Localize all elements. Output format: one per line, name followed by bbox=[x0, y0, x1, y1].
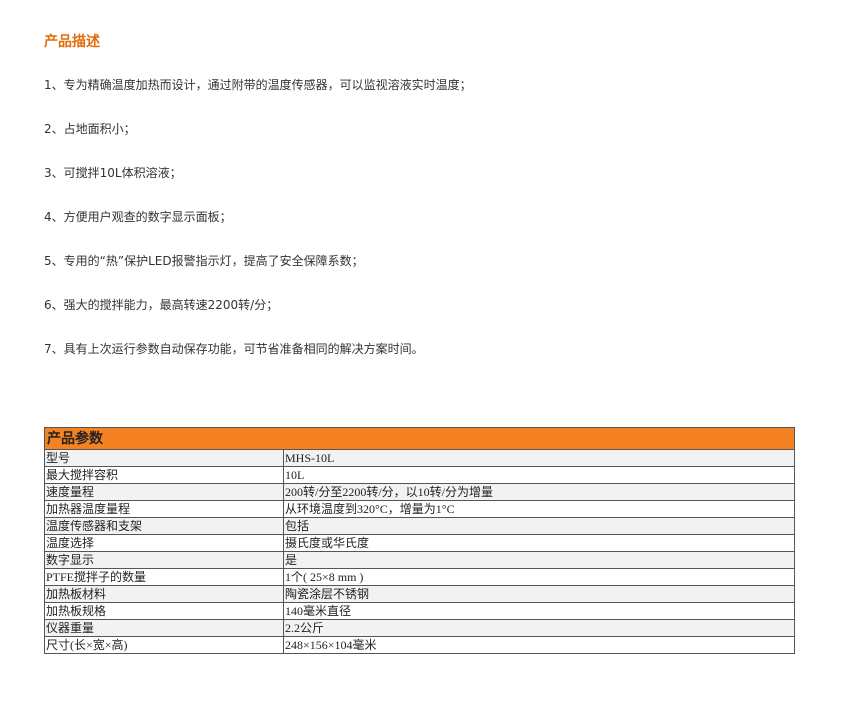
table-row: 仪器重量 2.2公斤 bbox=[44, 619, 795, 637]
product-description-title: 产品描述 bbox=[44, 34, 100, 50]
table-row: 速度量程 200转/分至2200转/分，以10转/分为增量 bbox=[44, 483, 795, 501]
table-row: 最大搅拌容积 10L bbox=[44, 466, 795, 484]
description-list: 1、专为精确温度加热而设计，通过附带的温度传感器，可以监视溶液实时温度； 2、占… bbox=[44, 76, 472, 384]
param-value: 10L bbox=[283, 466, 795, 484]
table-row: 型号 MHS-10L bbox=[44, 449, 795, 467]
param-value: 2.2公斤 bbox=[283, 619, 795, 637]
description-item: 1、专为精确温度加热而设计，通过附带的温度传感器，可以监视溶液实时温度； bbox=[44, 78, 472, 92]
param-name: 温度选择 bbox=[44, 534, 284, 552]
product-parameters-title: 产品参数 bbox=[44, 427, 795, 450]
param-name: 加热板材料 bbox=[44, 585, 284, 603]
param-name: 尺寸(长×宽×高) bbox=[44, 636, 284, 654]
param-name: 加热板规格 bbox=[44, 602, 284, 620]
table-row: 尺寸(长×宽×高) 248×156×104毫米 bbox=[44, 636, 795, 654]
table-row: 数字显示 是 bbox=[44, 551, 795, 569]
param-name: 最大搅拌容积 bbox=[44, 466, 284, 484]
param-value: 1个( 25×8 mm ) bbox=[283, 568, 795, 586]
param-name: 温度传感器和支架 bbox=[44, 517, 284, 535]
param-value: 200转/分至2200转/分，以10转/分为增量 bbox=[283, 483, 795, 501]
param-value: 陶瓷涂层不锈钢 bbox=[283, 585, 795, 603]
description-item: 4、方便用户观查的数字显示面板； bbox=[44, 210, 232, 224]
param-name: 速度量程 bbox=[44, 483, 284, 501]
param-name: 仪器重量 bbox=[44, 619, 284, 637]
param-value: 摄氏度或华氏度 bbox=[283, 534, 795, 552]
description-item: 7、具有上次运行参数自动保存功能，可节省准备相同的解决方案时间。 bbox=[44, 342, 424, 356]
param-value: MHS-10L bbox=[283, 449, 795, 467]
description-item: 2、占地面积小； bbox=[44, 122, 136, 136]
description-item: 3、可搅拌10L体积溶液； bbox=[44, 166, 182, 180]
table-row: 温度选择 摄氏度或华氏度 bbox=[44, 534, 795, 552]
param-value: 是 bbox=[283, 551, 795, 569]
product-parameters-table: 产品参数 型号 MHS-10L 最大搅拌容积 10L 速度量程 200转/分至2… bbox=[44, 427, 795, 654]
param-name: PTFE搅拌子的数量 bbox=[44, 568, 284, 586]
param-value: 从环境温度到320°C，增量为1°C bbox=[283, 500, 795, 518]
description-item: 6、强大的搅拌能力，最高转速2200转/分； bbox=[44, 298, 279, 312]
param-name: 型号 bbox=[44, 449, 284, 467]
table-row: 加热器温度量程 从环境温度到320°C，增量为1°C bbox=[44, 500, 795, 518]
table-row: 加热板材料 陶瓷涂层不锈钢 bbox=[44, 585, 795, 603]
param-name: 数字显示 bbox=[44, 551, 284, 569]
table-row: 加热板规格 140毫米直径 bbox=[44, 602, 795, 620]
param-name: 加热器温度量程 bbox=[44, 500, 284, 518]
table-row: PTFE搅拌子的数量 1个( 25×8 mm ) bbox=[44, 568, 795, 586]
param-value: 140毫米直径 bbox=[283, 602, 795, 620]
table-header-row: 产品参数 bbox=[44, 427, 795, 450]
param-value: 包括 bbox=[283, 517, 795, 535]
param-value: 248×156×104毫米 bbox=[283, 636, 795, 654]
table-row: 温度传感器和支架 包括 bbox=[44, 517, 795, 535]
description-item: 5、专用的“热”保护LED报警指示灯，提高了安全保障系数； bbox=[44, 254, 364, 268]
